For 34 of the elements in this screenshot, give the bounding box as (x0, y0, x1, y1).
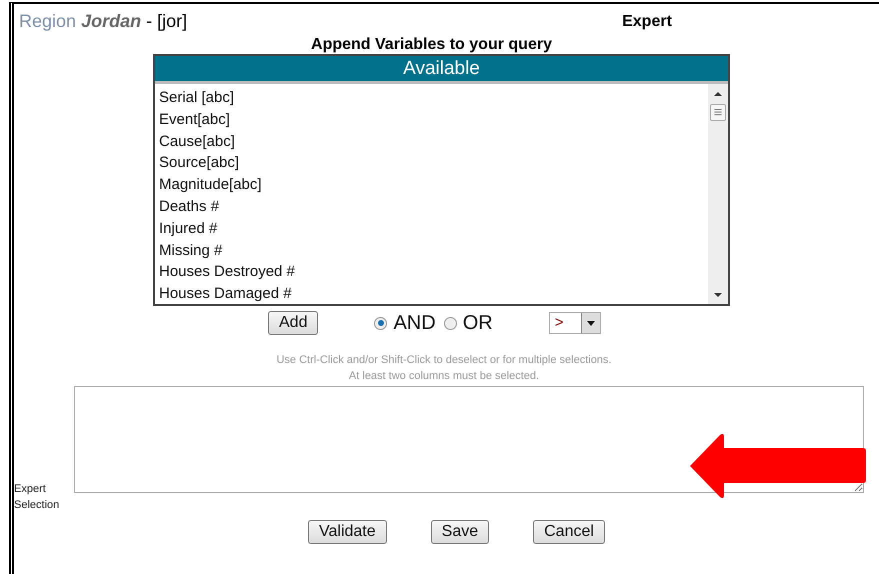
section-title: Append Variables to your query (310, 36, 553, 54)
list-option[interactable]: Serial [abc] (159, 87, 704, 109)
list-option[interactable]: Houses Damaged # (159, 283, 704, 305)
caret-icon (586, 320, 595, 326)
expert-selection-field[interactable] (74, 386, 864, 493)
radio-icon[interactable] (444, 316, 457, 330)
hint-text: Use Ctrl-Click and/or Shift-Click to deselect or for multiple selections. (275, 353, 612, 368)
scrollbar[interactable] (708, 84, 728, 304)
variables-listbox[interactable]: Available Serial [abc] Event[abc] Cause[abc] Source[abc] Magnitude[abc] Deaths # Injured # Missing # Houses Destroyed # Houses Damaged # (153, 54, 730, 306)
operator-dropdown[interactable]: > (548, 312, 601, 334)
scroll-up-icon[interactable] (713, 89, 723, 99)
logic-radio[interactable]: OR (444, 312, 493, 334)
scroll-thumb[interactable] (710, 104, 726, 121)
region-heading: Region Jordan - [jor] (19, 11, 188, 32)
add-button[interactable]: Add (268, 311, 318, 335)
mode-label: Expert (622, 13, 672, 31)
logic-radio[interactable]: AND (374, 312, 436, 334)
list-option[interactable]: Deaths # (159, 196, 704, 218)
action-button[interactable]: Validate (308, 520, 387, 544)
scroll-down-icon[interactable] (713, 290, 723, 300)
list-option[interactable]: Magnitude[abc] (159, 174, 704, 196)
radio-icon[interactable] (374, 316, 388, 330)
field-label: Expert Selection (14, 482, 60, 513)
listbox-header: Available (155, 56, 728, 84)
list-option[interactable]: Missing # (159, 240, 704, 262)
hint-text: At least two columns must be selected. (348, 369, 540, 384)
list-option[interactable]: Injured # (159, 218, 704, 240)
list-option[interactable]: Event[abc] (159, 108, 704, 131)
list-option[interactable]: Source[abc] (159, 152, 704, 174)
list-option[interactable]: Houses Destroyed # (159, 261, 704, 284)
list-option[interactable]: Cause[abc] (159, 130, 704, 152)
action-button[interactable]: Save (430, 520, 490, 544)
action-button[interactable]: Cancel (533, 520, 605, 544)
arrow-icon (688, 432, 866, 500)
